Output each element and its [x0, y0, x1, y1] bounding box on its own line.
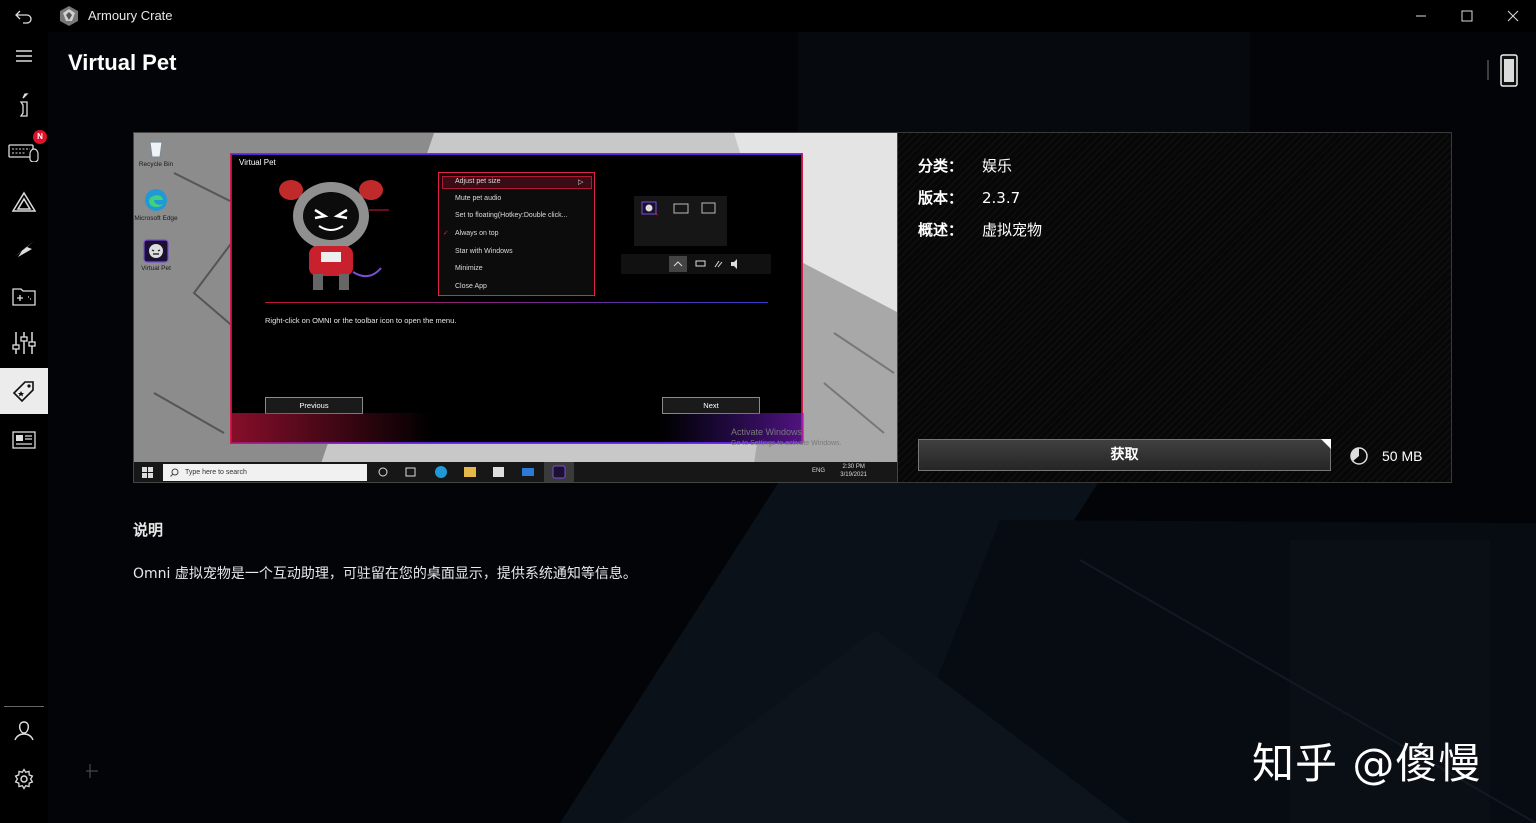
sidebar-item-settings[interactable] [0, 756, 48, 802]
sidebar-item-home[interactable] [0, 82, 48, 128]
search-icon [170, 468, 179, 477]
tray-bar-icons [669, 256, 737, 272]
maximize-button[interactable] [1444, 0, 1490, 32]
sidebar-item-gamevisual[interactable] [0, 226, 48, 272]
menu-item-always-on-top: Always on top [455, 230, 499, 237]
recycle-bin-icon [149, 141, 163, 158]
back-arrow-icon[interactable] [10, 6, 38, 26]
desktop-icon-label: Virtual Pet [141, 265, 171, 272]
tray-popup-icons [641, 201, 716, 216]
sidebar-item-deals[interactable] [0, 368, 48, 414]
get-button[interactable]: 获取 [918, 439, 1331, 471]
desktop-icon-virtual-pet: Virtual Pet [134, 239, 178, 272]
clock-time: 2:30 PM [842, 464, 865, 470]
sidebar-item-scenario-profiles[interactable] [0, 320, 48, 366]
page-title: Virtual Pet [68, 50, 177, 75]
storage-size-icon [1350, 447, 1368, 465]
tutorial-window-title: Virtual Pet [239, 158, 276, 167]
pet-context-menu: Adjust pet size ▷ Mute pet audio Set to … [438, 172, 595, 296]
desktop-icon-label: Recycle Bin [138, 161, 174, 168]
menu-icon [16, 50, 32, 62]
tutorial-hint-text: Right-click on OMNI or the toolbar icon … [265, 316, 457, 325]
settings-sliders-icon [12, 332, 36, 354]
category-value: 娱乐 [982, 157, 1013, 175]
user-center-icon [14, 721, 34, 741]
version-row: 版本： 2.3.7 [918, 187, 1020, 208]
version-value: 2.3.7 [982, 189, 1021, 207]
summary-value: 虚拟宠物 [982, 221, 1043, 239]
menu-item-mute-audio: Mute pet audio [455, 195, 502, 202]
menu-item-minimize: Minimize [455, 265, 483, 272]
rog-eye-icon [14, 241, 34, 257]
desktop-icon-label: Microsoft Edge [134, 215, 178, 222]
download-size: 50 MB [1382, 448, 1423, 464]
activate-windows-watermark: Activate Windows Go to Settings to activ… [731, 427, 842, 449]
info-icon [19, 93, 29, 117]
tutorial-divider [265, 302, 768, 303]
app-info-panel: 分类： 娱乐 版本： 2.3.7 概述： 虚拟宠物 获取 50 MB [898, 132, 1452, 483]
description-text: Omni 虚拟宠物是一个互动助理，可驻留在您的桌面显示，提供系统通知等信息。 [133, 566, 637, 582]
window-glow-decoration [231, 413, 804, 443]
activate-windows-subtitle: Go to Settings to activate Windows. [731, 440, 842, 447]
armoury-crate-logo-icon [60, 6, 78, 26]
taskbar-clock: 2:30 PM 3/19/2021 [840, 463, 867, 479]
taskbar-search-box: Type here to search [163, 464, 367, 481]
game-library-icon [12, 288, 36, 306]
corner-crosshair-icon [86, 764, 98, 778]
virtual-pet-app-icon [143, 239, 169, 263]
sidebar: N [0, 32, 48, 823]
sidebar-item-aura-sync[interactable] [0, 179, 48, 225]
title-bar: Armoury Crate [0, 0, 1536, 32]
sidebar-item-game-library[interactable] [0, 273, 48, 319]
submenu-arrow-icon: ▷ [578, 178, 584, 186]
tray-bar [621, 254, 771, 274]
sidebar-divider [4, 706, 44, 707]
desktop-icon-recycle-bin: Recycle Bin [134, 137, 178, 168]
menu-item-start-with-windows: Star with Windows [455, 248, 513, 255]
close-button[interactable] [1490, 0, 1536, 32]
omni-robot-mascot [279, 180, 389, 290]
deals-tag-icon [12, 381, 34, 403]
sidebar-item-devices[interactable]: N [0, 128, 48, 174]
category-row: 分类： 娱乐 [918, 155, 1012, 176]
menu-item-adjust-size: Adjust pet size [455, 178, 501, 185]
minimize-button[interactable] [1398, 0, 1444, 32]
edge-browser-icon [145, 189, 167, 211]
menu-item-floating: Set to floating(Hotkey:Double click... [455, 212, 568, 219]
tray-popup [634, 196, 727, 246]
keyboard-device-icon [8, 144, 39, 162]
activate-windows-title: Activate Windows [731, 427, 803, 437]
summary-label: 概述： [918, 221, 964, 239]
window-title: Armoury Crate [88, 8, 173, 23]
sidebar-item-user-center[interactable] [0, 708, 48, 754]
summary-row: 概述： 虚拟宠物 [918, 219, 1042, 240]
notification-badge: N [33, 130, 47, 144]
sidebar-menu-toggle[interactable] [0, 33, 48, 79]
clock-date: 3/19/2021 [840, 472, 867, 478]
virtual-pet-tutorial-window: Virtual Pet Adjust pet size ▷ Mute pet a… [230, 153, 804, 444]
menu-item-close-app: Close App [455, 283, 487, 290]
taskbar-pinned-apps [378, 462, 574, 482]
news-icon [12, 431, 36, 449]
windows-start-icon [142, 467, 153, 478]
app-preview-image: Recycle Bin Microsoft Edge Virtual Pet V… [133, 132, 898, 483]
zhihu-watermark: 知乎 @傻慢 [1252, 739, 1482, 788]
version-label: 版本： [918, 189, 964, 207]
category-label: 分类： [918, 157, 964, 175]
gear-icon [14, 768, 34, 790]
armoury-crate-app: Armoury Crate N Virtual Pet Recycle Bin … [0, 0, 1536, 823]
language-indicator: ENG [811, 468, 825, 474]
aura-sync-icon [11, 191, 37, 212]
sidebar-item-news[interactable] [0, 417, 48, 463]
mobile-device-icon[interactable] [1484, 54, 1524, 88]
desktop-icon-edge: Microsoft Edge [134, 187, 178, 222]
checkmark-icon: ✓ [443, 229, 449, 237]
windows-taskbar: Type here to search ENG 2:30 PM 3/19/202… [134, 462, 897, 482]
description-heading: 说明 [133, 521, 164, 539]
